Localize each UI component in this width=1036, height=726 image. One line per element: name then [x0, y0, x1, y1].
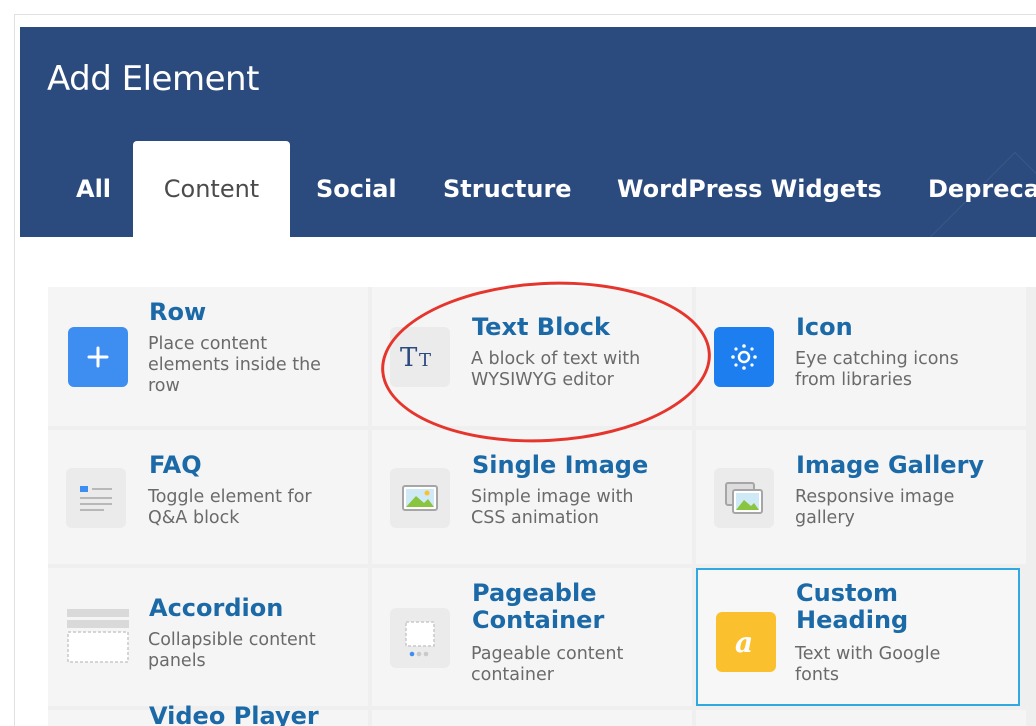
element-partial-1[interactable]: Video Player — [48, 704, 368, 726]
tab-wordpress-widgets[interactable]: WordPress Widgets — [617, 141, 882, 237]
element-name: Icon — [796, 313, 853, 341]
accordion-icon — [66, 604, 132, 670]
element-desc: Simple image with CSS animation — [471, 487, 634, 528]
pageable-icon — [390, 608, 450, 668]
element-image-gallery[interactable]: Image Gallery Responsive image gallery — [696, 430, 1026, 564]
element-grid: Row Place content elements inside the ro… — [48, 287, 1036, 726]
tab-all[interactable]: All — [76, 141, 111, 237]
element-name: Image Gallery — [796, 451, 985, 479]
element-row[interactable]: Row Place content elements inside the ro… — [48, 287, 368, 426]
svg-text:a: a — [735, 626, 753, 659]
element-desc: Place content elements inside the row — [148, 334, 321, 396]
element-desc: Responsive image gallery — [795, 487, 955, 528]
element-desc: Text with Google fonts — [795, 644, 941, 685]
element-desc: A block of text with WYSIWYG editor — [471, 349, 641, 390]
sun-icon — [714, 327, 774, 387]
tab-content[interactable]: Content — [133, 141, 290, 237]
faq-list-icon — [66, 468, 126, 528]
element-accordion[interactable]: Accordion Collapsible content panels — [48, 568, 368, 706]
element-partial-2[interactable] — [372, 710, 692, 726]
element-name: Accordion — [149, 594, 284, 622]
element-custom-heading[interactable]: a Custom Heading Text with Google fonts — [696, 568, 1020, 706]
element-name: Text Block — [472, 313, 610, 341]
svg-text:T: T — [419, 350, 431, 371]
element-pageable-container[interactable]: Pageable Container Pageable content cont… — [372, 568, 692, 706]
image-icon — [390, 468, 450, 528]
element-name: Video Player — [149, 702, 319, 726]
svg-text:T: T — [400, 343, 418, 372]
plus-icon — [68, 327, 128, 387]
element-desc: Eye catching icons from libraries — [795, 349, 959, 390]
element-name: Single Image — [472, 451, 649, 479]
text-tt-icon: TT — [390, 327, 450, 387]
dialog-header: Add Element All Content Social Structure… — [20, 27, 1036, 237]
tab-social[interactable]: Social — [316, 141, 397, 237]
element-partial-3[interactable] — [696, 710, 1026, 726]
tab-deprecated[interactable]: Deprecat — [928, 141, 1036, 237]
frame-border-left — [14, 14, 15, 726]
element-name: Custom Heading — [796, 579, 909, 634]
element-single-image[interactable]: Single Image Simple image with CSS anima… — [372, 430, 692, 564]
gallery-icon — [714, 468, 774, 528]
element-desc: Toggle element for Q&A block — [148, 487, 312, 528]
element-faq[interactable]: FAQ Toggle element for Q&A block — [48, 430, 368, 564]
dialog-title: Add Element — [47, 59, 259, 99]
element-name: FAQ — [149, 451, 202, 479]
element-name: Row — [149, 298, 207, 326]
tab-structure[interactable]: Structure — [443, 141, 572, 237]
frame-border-top — [14, 14, 1036, 15]
element-desc: Pageable content container — [471, 644, 624, 685]
font-a-icon: a — [716, 612, 776, 672]
element-text-block[interactable]: TT Text Block A block of text with WYSIW… — [372, 287, 692, 426]
element-icon[interactable]: Icon Eye catching icons from libraries — [696, 287, 1026, 426]
element-name: Pageable Container — [472, 579, 605, 634]
element-desc: Collapsible content panels — [148, 630, 316, 671]
